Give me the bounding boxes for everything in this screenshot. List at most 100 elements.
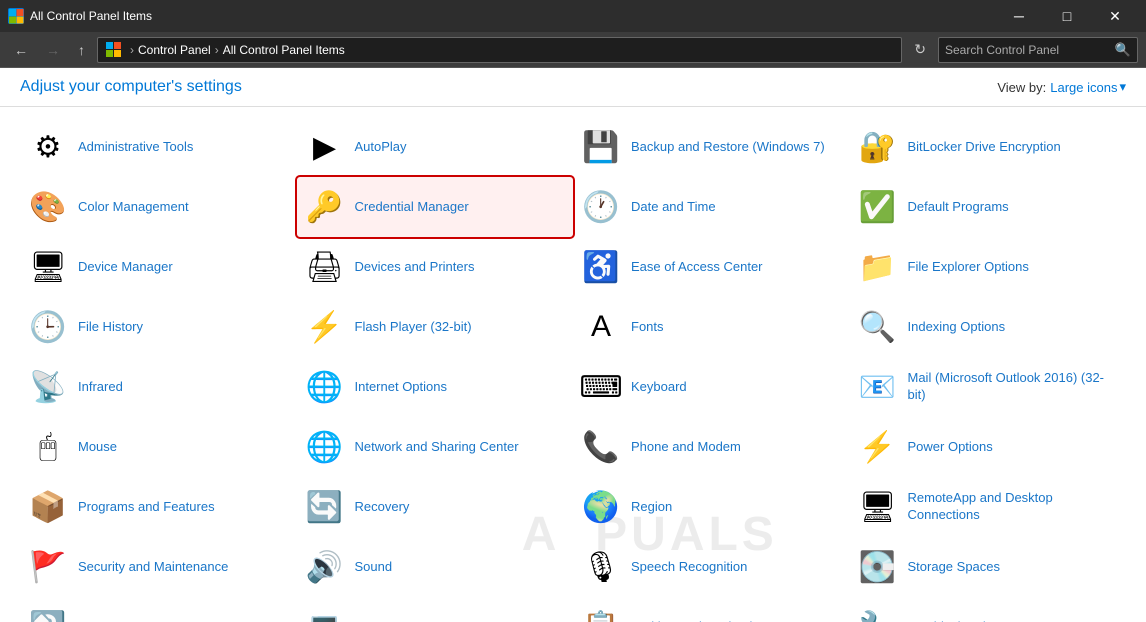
panel-item-network-sharing[interactable]: 🌐Network and Sharing Center [297, 417, 574, 477]
indexing-options-icon: 🔍 [858, 307, 898, 347]
file-history-label: File History [78, 319, 143, 336]
panel-item-indexing-options[interactable]: 🔍 Indexing Options [850, 297, 1127, 357]
address-bar: ← → ↑ › Control Panel › All Control Pane… [0, 32, 1146, 68]
panel-item-ease-of-access[interactable]: ♿ Ease of Access Center [573, 237, 850, 297]
path-control-panel[interactable]: Control Panel [138, 43, 211, 57]
content-area: Adjust your computer's settings View by:… [0, 68, 1146, 622]
panel-item-troubleshooting[interactable]: 🔧Troubleshooting [850, 597, 1127, 622]
programs-features-icon: 📦 [28, 487, 68, 527]
search-box[interactable]: 🔍 [938, 37, 1138, 63]
panel-item-phone-modem[interactable]: 📞 Phone and Modem [573, 417, 850, 477]
phone-modem-label: Phone and Modem [631, 439, 741, 456]
panel-item-power-options[interactable]: ⚡ Power Options [850, 417, 1127, 477]
keyboard-label: Keyboard [631, 379, 687, 396]
path-all-items[interactable]: All Control Panel Items [223, 43, 345, 57]
credential-manager-icon: 🔑 [305, 187, 345, 227]
panel-item-mouse[interactable]: 🖱Mouse [20, 417, 297, 477]
system-icon: 💻 [305, 607, 345, 622]
keyboard-icon: ⌨ [581, 367, 621, 407]
path-separator-1: › [130, 43, 134, 57]
panel-item-region[interactable]: 🌍Region [573, 477, 850, 537]
refresh-button[interactable]: ↻ [908, 37, 932, 62]
panel-item-internet-options[interactable]: 🌐Internet Options [297, 357, 574, 417]
mail-icon: 📧 [858, 367, 898, 407]
indexing-options-label: Indexing Options [908, 319, 1006, 336]
bitlocker-icon: 🔐 [858, 127, 898, 167]
file-explorer-label: File Explorer Options [908, 259, 1029, 276]
forward-button[interactable]: → [40, 38, 66, 62]
panel-item-mail[interactable]: 📧Mail (Microsoft Outlook 2016) (32-bit) [850, 357, 1127, 417]
panel-item-autoplay[interactable]: ▶AutoPlay [297, 117, 574, 177]
power-options-label: Power Options [908, 439, 993, 456]
panel-item-keyboard[interactable]: ⌨ Keyboard [573, 357, 850, 417]
panel-item-devices-printers[interactable]: 🖨Devices and Printers [297, 237, 574, 297]
panel-item-file-explorer[interactable]: 📁File Explorer Options [850, 237, 1127, 297]
panel-item-fonts[interactable]: AFonts [573, 297, 850, 357]
title-bar: All Control Panel Items ─ □ ✕ [0, 0, 1146, 32]
autoplay-label: AutoPlay [355, 139, 407, 156]
storage-spaces-label: Storage Spaces [908, 559, 1001, 576]
panel-item-security-maintenance[interactable]: 🚩Security and Maintenance [20, 537, 297, 597]
panel-item-backup-restore[interactable]: 💾Backup and Restore (Windows 7) [573, 117, 850, 177]
panel-item-file-history[interactable]: 🕒 File History [20, 297, 297, 357]
panel-item-recovery[interactable]: 🔄Recovery [297, 477, 574, 537]
items-grid: ⚙Administrative Tools▶AutoPlay💾Backup an… [20, 117, 1126, 622]
panel-item-color-management[interactable]: 🎨 Color Management [20, 177, 297, 237]
device-manager-icon: 🖥 [28, 247, 68, 287]
panel-item-bitlocker[interactable]: 🔐 BitLocker Drive Encryption [850, 117, 1127, 177]
troubleshooting-label: Troubleshooting [908, 619, 1001, 622]
panel-item-credential-manager[interactable]: 🔑Credential Manager [297, 177, 574, 237]
taskbar-navigation-label: Taskbar and Navigation [631, 619, 767, 622]
up-button[interactable]: ↑ [72, 38, 91, 62]
color-management-icon: 🎨 [28, 187, 68, 227]
device-manager-label: Device Manager [78, 259, 173, 276]
date-time-label: Date and Time [631, 199, 716, 216]
taskbar-navigation-icon: 📋 [581, 607, 621, 622]
devices-printers-icon: 🖨 [305, 247, 345, 287]
window-controls: ─ □ ✕ [996, 0, 1138, 32]
panel-item-default-programs[interactable]: ✅Default Programs [850, 177, 1127, 237]
page-title: Adjust your computer's settings [20, 78, 242, 96]
maximize-button[interactable]: □ [1044, 0, 1090, 32]
panel-item-flash-player[interactable]: ⚡Flash Player (32-bit) [297, 297, 574, 357]
panel-item-sound[interactable]: 🔊Sound [297, 537, 574, 597]
window-title: All Control Panel Items [30, 9, 996, 23]
view-by-label: View by: [997, 80, 1046, 95]
mouse-label: Mouse [78, 439, 117, 456]
address-path[interactable]: › Control Panel › All Control Panel Item… [97, 37, 902, 63]
remoteapp-icon: 🖥 [858, 487, 898, 527]
panel-item-remoteapp[interactable]: 🖥RemoteApp and Desktop Connections [850, 477, 1127, 537]
sync-center-icon: 🔃 [28, 607, 68, 622]
color-management-label: Color Management [78, 199, 189, 216]
backup-restore-icon: 💾 [581, 127, 621, 167]
recovery-label: Recovery [355, 499, 410, 516]
panel-item-infrared[interactable]: 📡 Infrared [20, 357, 297, 417]
close-button[interactable]: ✕ [1092, 0, 1138, 32]
file-history-icon: 🕒 [28, 307, 68, 347]
app-icon [8, 8, 24, 24]
ease-of-access-icon: ♿ [581, 247, 621, 287]
security-maintenance-label: Security and Maintenance [78, 559, 228, 576]
panel-item-administrative-tools[interactable]: ⚙Administrative Tools [20, 117, 297, 177]
panel-item-sync-center[interactable]: 🔃Sync Center [20, 597, 297, 622]
storage-spaces-icon: 💽 [858, 547, 898, 587]
power-options-icon: ⚡ [858, 427, 898, 467]
panel-item-system[interactable]: 💻System [297, 597, 574, 622]
ease-of-access-label: Ease of Access Center [631, 259, 763, 276]
back-button[interactable]: ← [8, 38, 34, 62]
panel-item-taskbar-navigation[interactable]: 📋 Taskbar and Navigation [573, 597, 850, 622]
search-input[interactable] [945, 43, 1111, 57]
bitlocker-label: BitLocker Drive Encryption [908, 139, 1061, 156]
panel-item-device-manager[interactable]: 🖥 Device Manager [20, 237, 297, 297]
view-by-value[interactable]: Large icons ▾ [1050, 79, 1126, 95]
infrared-icon: 📡 [28, 367, 68, 407]
panel-item-speech-recognition[interactable]: 🎙Speech Recognition [573, 537, 850, 597]
phone-modem-icon: 📞 [581, 427, 621, 467]
minimize-button[interactable]: ─ [996, 0, 1042, 32]
sound-icon: 🔊 [305, 547, 345, 587]
panel-item-date-time[interactable]: 🕐Date and Time [573, 177, 850, 237]
panel-item-storage-spaces[interactable]: 💽 Storage Spaces [850, 537, 1127, 597]
network-sharing-label: Network and Sharing Center [355, 439, 519, 456]
panel-item-programs-features[interactable]: 📦Programs and Features [20, 477, 297, 537]
infrared-label: Infrared [78, 379, 123, 396]
